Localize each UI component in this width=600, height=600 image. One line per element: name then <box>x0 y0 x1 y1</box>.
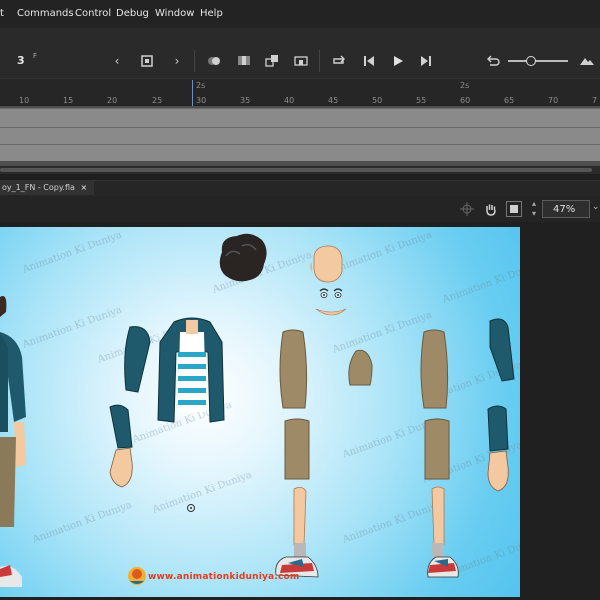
menu-window[interactable]: Window <box>155 8 194 19</box>
hand-icon[interactable] <box>484 202 498 216</box>
registration-point-icon[interactable] <box>186 503 196 513</box>
layer-track[interactable] <box>0 127 600 144</box>
character-face-parts[interactable] <box>312 285 352 321</box>
character-hair[interactable] <box>212 232 272 287</box>
ruler-number: 30 <box>196 96 207 105</box>
menu-help[interactable]: Help <box>200 8 223 19</box>
undo-icon[interactable] <box>484 52 502 70</box>
menu-text[interactable]: t <box>0 8 4 19</box>
onion-skin-icon[interactable] <box>205 52 223 70</box>
step-forward-icon[interactable] <box>417 52 435 70</box>
ruler-number: 20 <box>107 96 118 105</box>
brand-logo <box>128 567 146 585</box>
ruler-number: 35 <box>240 96 251 105</box>
insert-frame-icon[interactable] <box>292 52 310 70</box>
frame-zoom-slider-thumb[interactable] <box>526 56 536 66</box>
timeline-scroll-thumb[interactable] <box>0 168 592 172</box>
frame-zoom-slider-track[interactable] <box>508 60 568 62</box>
menu-debug[interactable]: Debug <box>116 8 149 19</box>
character-leg-left[interactable] <box>272 485 322 585</box>
ruler-number: 65 <box>504 96 515 105</box>
layer-track[interactable] <box>0 108 600 127</box>
character-shorts-piece[interactable] <box>346 347 374 387</box>
ruler-number: 15 <box>63 96 74 105</box>
ruler-number: 55 <box>416 96 427 105</box>
ruler-number: 25 <box>152 96 163 105</box>
watermark-text: Animation Ki Duniya <box>21 229 124 276</box>
zoom-stepper-icon[interactable]: ▴ ▾ <box>529 199 539 219</box>
ruler-number: 50 <box>372 96 383 105</box>
menu-control[interactable]: Control <box>75 8 111 19</box>
character-torso[interactable] <box>152 312 232 432</box>
paste-frames-icon[interactable] <box>263 52 281 70</box>
character-shorts-lower-right[interactable] <box>421 418 453 481</box>
ruler-number: 45 <box>328 96 339 105</box>
ruler-number: 7 <box>592 96 598 105</box>
document-tab-label: oy_1_FN - Copy.fla <box>2 183 75 192</box>
center-frame-icon[interactable] <box>138 52 156 70</box>
character-shorts-lower-left[interactable] <box>281 418 313 481</box>
character-head[interactable] <box>308 244 348 284</box>
ruler-number: 40 <box>284 96 295 105</box>
menu-bar: t Commands Control Debug Window Help <box>0 0 600 28</box>
ruler-number: 10 <box>19 96 30 105</box>
ruler-number: 70 <box>548 96 559 105</box>
zoom-field[interactable]: 47% <box>542 200 590 218</box>
toolbar-divider <box>319 50 320 72</box>
edit-multiple-frames-icon[interactable] <box>235 52 253 70</box>
loop-icon[interactable] <box>330 52 348 70</box>
mountain-zoom-icon[interactable] <box>578 52 596 70</box>
chevron-right-icon[interactable]: › <box>168 52 186 70</box>
character-arm-left[interactable] <box>108 322 158 522</box>
current-frame-number[interactable]: 3 <box>17 54 25 67</box>
chevron-left-icon[interactable]: ‹ <box>108 52 126 70</box>
stage-canvas[interactable]: Animation Ki Duniya Animation Ki Duniya … <box>0 227 520 597</box>
character-partial-left[interactable] <box>0 287 40 587</box>
layer-frames-area[interactable] <box>0 106 600 166</box>
play-icon[interactable] <box>389 52 407 70</box>
playhead[interactable] <box>192 80 193 106</box>
watermark-text: Animation Ki Duniya <box>441 259 520 306</box>
close-icon[interactable]: × <box>80 183 87 192</box>
step-back-icon[interactable] <box>360 52 378 70</box>
document-tab[interactable]: oy_1_FN - Copy.fla × <box>0 181 94 195</box>
clip-canvas-icon[interactable] <box>506 201 522 217</box>
character-shorts-upper-right[interactable] <box>418 329 452 410</box>
crosshair-icon[interactable] <box>460 202 474 216</box>
chevron-down-icon[interactable]: ⌄ <box>592 202 600 216</box>
ruler-number: 60 <box>460 96 471 105</box>
seconds-marker: 2s <box>196 81 206 90</box>
toolbar-divider <box>194 50 195 72</box>
character-leg-right[interactable] <box>426 485 466 585</box>
watermark-text: Animation Ki Duniya <box>151 469 254 516</box>
seconds-marker: 2s <box>460 81 470 90</box>
menu-commands[interactable]: Commands <box>17 8 74 19</box>
character-arm-right[interactable] <box>484 317 520 547</box>
layer-track[interactable] <box>0 144 600 161</box>
character-shorts-upper-left[interactable] <box>277 329 311 410</box>
frame-suffix: F <box>33 52 38 60</box>
website-label: www.animationkiduniya.com <box>148 572 300 582</box>
